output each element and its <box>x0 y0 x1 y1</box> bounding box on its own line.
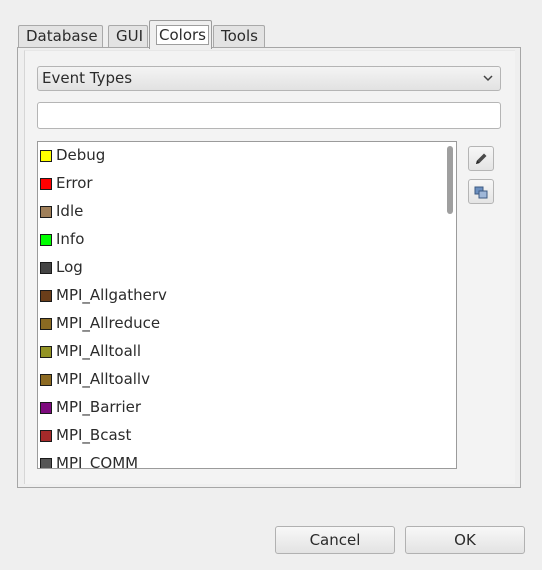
list-item-label: MPI_Allreduce <box>56 314 161 332</box>
event-type-list[interactable]: MPI_COMM MPI_Bcast MPI_Barrier MPI_Alltoall… <box>37 141 457 469</box>
list-item[interactable]: Debug <box>38 142 442 170</box>
category-select[interactable]: Event Types <box>37 66 501 91</box>
category-select-value: Event Types <box>42 69 133 87</box>
list-item[interactable]: MPI_Allreduce <box>38 310 442 338</box>
list-item[interactable]: MPI_COMM <box>38 450 442 469</box>
swap-colors-icon <box>474 186 488 199</box>
reset-color-button[interactable] <box>468 179 494 204</box>
tab-colors-label: Colors <box>156 25 209 45</box>
list-scrollbar[interactable] <box>442 142 456 468</box>
list-item-label: Debug <box>56 146 106 164</box>
color-swatch <box>40 458 52 468</box>
ok-button[interactable]: OK <box>405 526 525 554</box>
list-item-label: MPI_Alltoallv <box>56 370 150 388</box>
color-swatch <box>40 402 52 414</box>
list-item-label: MPI_Barrier <box>56 398 142 416</box>
color-swatch <box>40 178 52 190</box>
list-item-label: Idle <box>56 202 84 220</box>
list-item[interactable]: MPI_Barrier <box>38 394 442 422</box>
list-item[interactable]: Error <box>38 170 442 198</box>
tab-tools[interactable]: Tools <box>213 25 265 47</box>
list-item-label: Info <box>56 230 85 248</box>
list-item[interactable]: Info <box>38 226 442 254</box>
color-swatch <box>40 234 52 246</box>
color-swatch <box>40 290 52 302</box>
list-item-label: MPI_Alltoall <box>56 342 142 360</box>
edit-color-button[interactable] <box>468 146 494 171</box>
list-item[interactable]: Log <box>38 254 442 282</box>
color-swatch <box>40 206 52 218</box>
tab-colors[interactable]: Colors <box>149 20 212 49</box>
tab-database[interactable]: Database <box>18 25 103 47</box>
list-item-label: Error <box>56 174 93 192</box>
color-swatch <box>40 318 52 330</box>
color-swatch <box>40 150 52 162</box>
color-swatch <box>40 374 52 386</box>
list-item-label: MPI_Allgatherv <box>56 286 167 304</box>
list-item-label: MPI_COMM <box>56 454 139 469</box>
tab-gui[interactable]: GUI <box>108 25 148 47</box>
list-item[interactable]: MPI_Allgatherv <box>38 282 442 310</box>
color-swatch <box>40 346 52 358</box>
chevron-down-icon <box>483 67 493 98</box>
pencil-icon <box>476 153 487 164</box>
list-item-label: MPI_Bcast <box>56 426 132 444</box>
list-item[interactable]: MPI_Alltoallv <box>38 366 442 394</box>
cancel-button[interactable]: Cancel <box>275 526 395 554</box>
color-swatch <box>40 262 52 274</box>
list-item[interactable]: MPI_Bcast <box>38 422 442 450</box>
color-swatch <box>40 430 52 442</box>
scrollbar-thumb[interactable] <box>447 146 453 214</box>
list-item-label: Log <box>56 258 83 276</box>
filter-input[interactable] <box>37 102 501 129</box>
list-item[interactable]: MPI_Alltoall <box>38 338 442 366</box>
list-item[interactable]: Idle <box>38 198 442 226</box>
